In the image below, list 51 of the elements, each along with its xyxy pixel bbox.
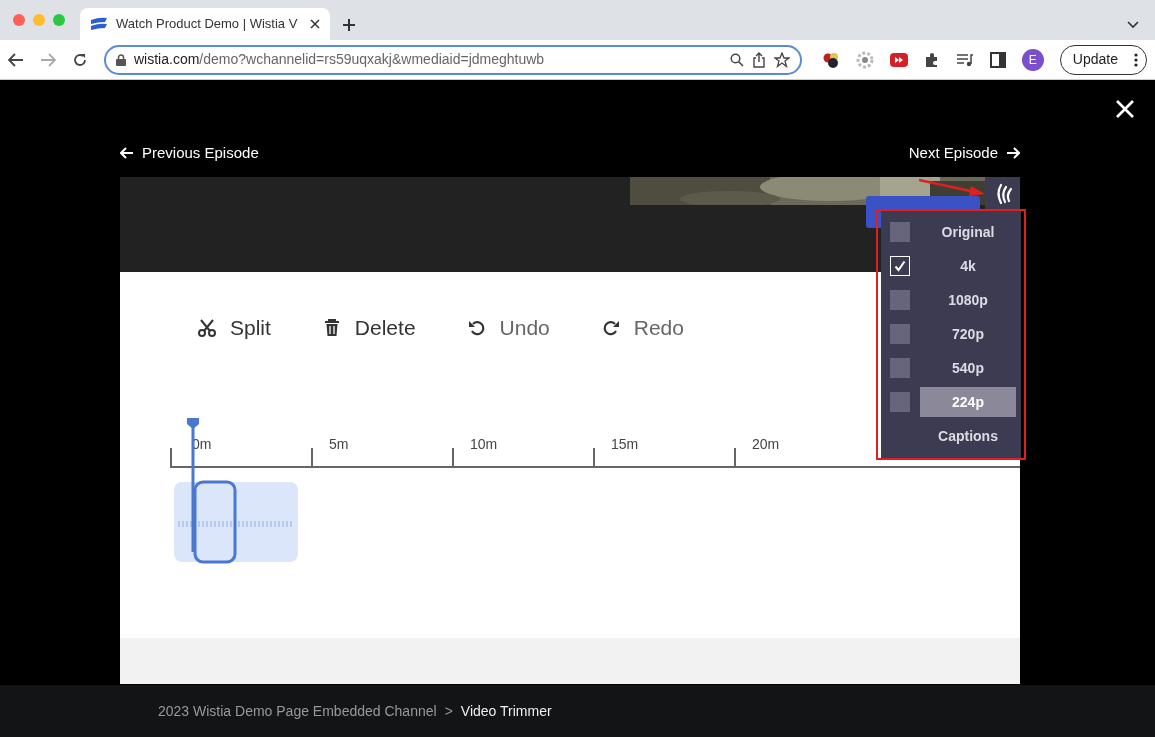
- star-icon[interactable]: [773, 51, 790, 68]
- gear-icon[interactable]: [855, 50, 874, 69]
- checkbox[interactable]: [890, 290, 910, 310]
- close-icon[interactable]: [310, 19, 320, 29]
- timeline-label: 10m: [470, 434, 498, 454]
- menu-item[interactable]: 4k: [920, 251, 1016, 281]
- menu-item[interactable]: 540p: [920, 353, 1016, 383]
- share-icon[interactable]: [751, 51, 766, 68]
- timeline-label: 15m: [611, 434, 639, 454]
- breadcrumb-current: Video Trimmer: [460, 701, 552, 721]
- settings-button[interactable]: [985, 177, 1020, 210]
- check-icon: [894, 260, 906, 272]
- browser-tab[interactable]: Watch Product Demo | Wistia V: [80, 8, 330, 40]
- breadcrumb-separator: >: [444, 701, 453, 721]
- menu-item[interactable]: 720p: [920, 319, 1016, 349]
- playlist-icon[interactable]: [955, 52, 974, 67]
- lock-icon: [116, 53, 126, 66]
- timeline-label: 5m: [329, 434, 349, 454]
- checkbox[interactable]: [890, 324, 910, 344]
- reload-icon[interactable]: [72, 51, 88, 68]
- previous-episode-link[interactable]: Previous Episode: [120, 141, 259, 165]
- menu-item[interactable]: 1080p: [920, 285, 1016, 315]
- checkbox[interactable]: [890, 392, 910, 412]
- annotation-arrow: [919, 178, 985, 196]
- wave-logo-icon: [90, 17, 108, 31]
- breadcrumb-link[interactable]: 2023 Wistia Demo Page Embedded Channel: [158, 700, 437, 722]
- chevron-down-icon[interactable]: [1127, 21, 1139, 29]
- search-icon[interactable]: [729, 52, 744, 67]
- more-icon: [1134, 52, 1138, 67]
- address-bar[interactable]: wistia.com/demo?wchannelid=rs59uqxakj&wmediaid=jdmeghtuwb: [104, 44, 802, 75]
- balls-icon[interactable]: [821, 50, 840, 69]
- checkbox[interactable]: [890, 358, 910, 378]
- update-button[interactable]: Update: [1059, 44, 1147, 75]
- next-episode-link[interactable]: Next Episode: [908, 141, 1020, 165]
- checkbox[interactable]: [890, 222, 910, 242]
- menu-item[interactable]: Original: [920, 217, 1016, 247]
- puzzle-icon[interactable]: [923, 51, 940, 68]
- split-button[interactable]: Split: [230, 312, 271, 344]
- timeline-label: 20m: [752, 434, 780, 454]
- profile-avatar[interactable]: E: [1021, 48, 1044, 71]
- play-icon[interactable]: [889, 52, 908, 67]
- menu-item[interactable]: Captions: [920, 421, 1016, 451]
- url-text: wistia.com/demo?wchannelid=rs59uqxakj&wmediaid=jdmeghtuwb: [134, 50, 546, 69]
- arrow-right-icon: [1006, 147, 1020, 159]
- new-tab-icon[interactable]: [342, 18, 356, 32]
- delete-button[interactable]: Delete: [354, 312, 416, 344]
- side-panel-icon[interactable]: [989, 51, 1006, 68]
- back-icon[interactable]: [8, 52, 24, 67]
- arrow-left-icon: [120, 147, 134, 159]
- checkbox[interactable]: [890, 256, 910, 276]
- tab-title: Watch Product Demo | Wistia V: [116, 15, 299, 34]
